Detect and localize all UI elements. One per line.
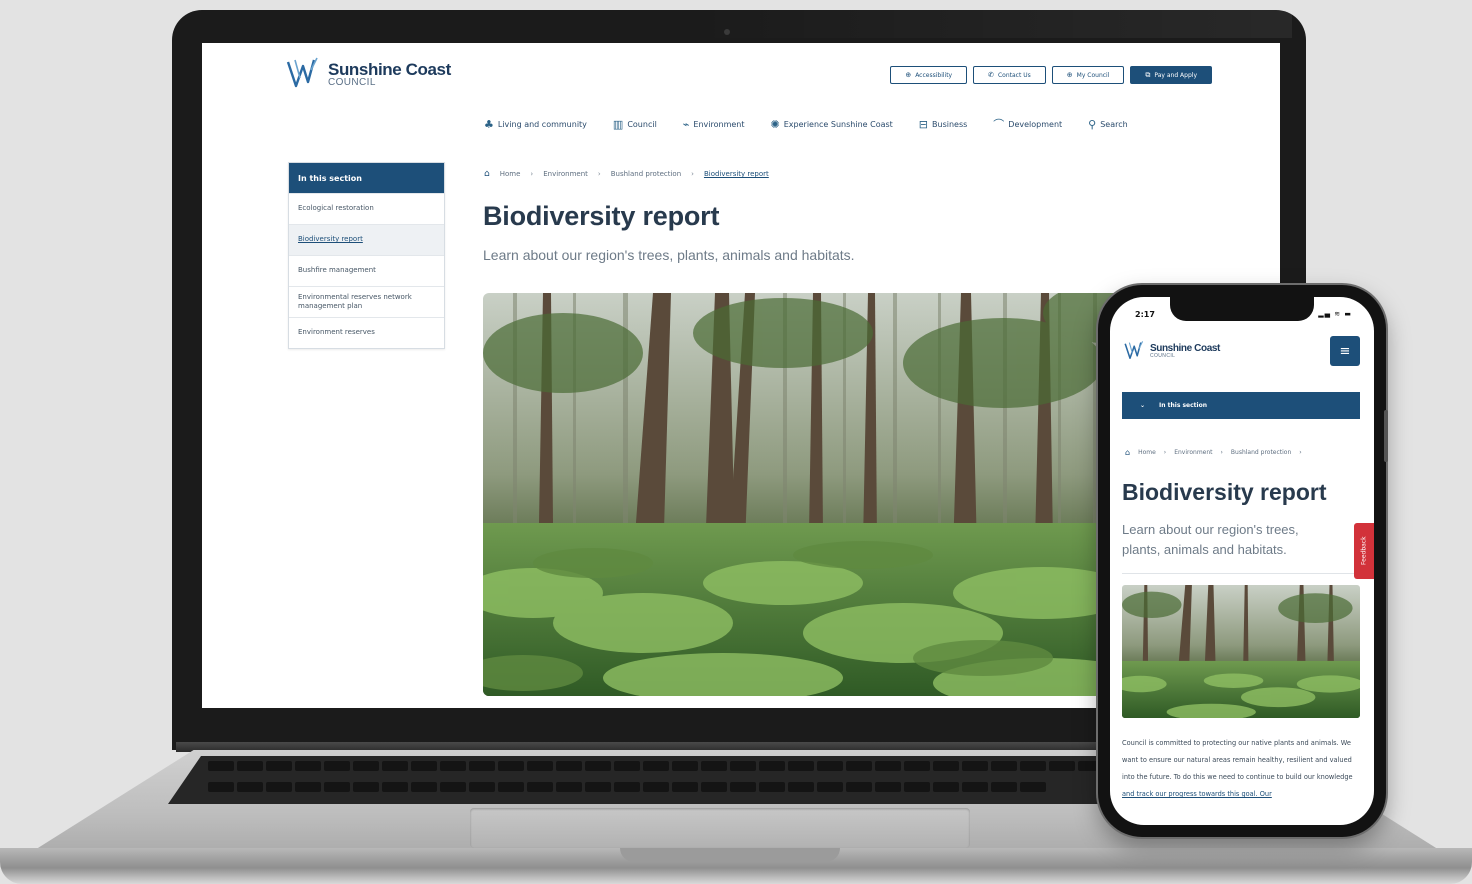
- logo-name: Sunshine Coast: [328, 59, 451, 79]
- nav-label: Living and community: [497, 119, 587, 129]
- camera-dot: [724, 29, 730, 35]
- chevron-down-icon: ⌄: [1140, 402, 1146, 409]
- contact-us-label: Contact Us: [997, 71, 1031, 79]
- breadcrumb-separator: ›: [1220, 449, 1223, 456]
- search-icon: ⚲: [1088, 117, 1097, 131]
- sidenav-item-reserves-network-plan[interactable]: Environmental reserves network managemen…: [289, 286, 444, 317]
- home-icon: ⌂: [1125, 448, 1131, 457]
- my-council-button[interactable]: ⊕ My Council: [1051, 66, 1125, 84]
- breadcrumb-separator: ›: [691, 170, 694, 178]
- logo-name: Sunshine Coast: [1150, 342, 1220, 354]
- phone-page-lead: Learn about our region's trees, plants, …: [1122, 522, 1299, 557]
- hero-forest-image: [483, 293, 1123, 696]
- body-paragraph: Council is committed to protecting our n…: [1122, 739, 1353, 781]
- section-sidenav: In this section Ecological restoration B…: [288, 162, 445, 349]
- section-toggle-label: In this section: [1159, 402, 1207, 409]
- breadcrumb-separator: ›: [530, 170, 534, 178]
- logo-sub: COUNCIL: [328, 76, 376, 88]
- sidenav-item-ecological-restoration[interactable]: Ecological restoration: [289, 193, 444, 224]
- nav-development[interactable]: ⌒ Development: [993, 116, 1062, 132]
- pay-and-apply-label: Pay and Apply: [1154, 71, 1197, 79]
- phone-hero-forest-image: [1122, 585, 1360, 718]
- status-icons: ▂▄ ≋ ▬: [1318, 310, 1352, 318]
- phone-screen: 2:17 ▂▄ ≋ ▬ Sunshine Coast COUNCIL ≡ ⌄ I…: [1110, 297, 1374, 825]
- phone-notch: [1170, 297, 1314, 321]
- utility-nav: ⊕ Accessibility ✆ Contact Us ⊕ My Counci…: [890, 66, 1212, 84]
- breadcrumb-home[interactable]: Home: [1138, 449, 1156, 456]
- sidenav-heading: In this section: [289, 163, 444, 193]
- phone-section-toggle[interactable]: ⌄ In this section: [1122, 392, 1360, 419]
- nav-environment[interactable]: ⌁ Environment: [683, 116, 745, 132]
- nav-label: Development: [1008, 119, 1063, 129]
- nav-label: Council: [627, 119, 657, 129]
- nav-council[interactable]: ▥ Council: [613, 116, 657, 132]
- breadcrumb: ⌂ Home › Environment › Bushland protecti…: [484, 169, 769, 179]
- sidenav-item-biodiversity-report[interactable]: Biodiversity report: [289, 224, 444, 255]
- feedback-tab[interactable]: Feedback: [1354, 523, 1374, 579]
- phone-page-title: Biodiversity report: [1122, 479, 1327, 505]
- phone-body-text: Council is committed to protecting our n…: [1122, 735, 1362, 803]
- breadcrumb-home[interactable]: Home: [500, 170, 521, 178]
- main-nav: ♣ Living and community ▥ Council ⌁ Envir…: [484, 116, 1128, 132]
- site-logo[interactable]: Sunshine Coast COUNCIL: [286, 56, 451, 92]
- community-icon: ♣: [484, 117, 494, 131]
- logo-mark-icon: [286, 57, 318, 88]
- breadcrumb-bushland-protection[interactable]: Bushland protection: [611, 170, 681, 178]
- status-time: 2:17: [1135, 310, 1155, 319]
- sun-icon: ✺: [770, 117, 780, 131]
- laptop-opening-notch: [620, 848, 840, 862]
- pay-icon: ⧉: [1145, 70, 1151, 79]
- breadcrumb-separator: ›: [1299, 449, 1302, 456]
- hardhat-icon: ⌒: [993, 118, 1005, 131]
- breadcrumb-current[interactable]: Biodiversity report: [704, 170, 769, 178]
- divider: [1122, 573, 1360, 574]
- breadcrumb-bushland-protection[interactable]: Bushland protection: [1231, 449, 1291, 456]
- page-lead: Learn about our region's trees, plants, …: [483, 247, 855, 263]
- breadcrumb-separator: ›: [1163, 449, 1167, 456]
- breadcrumb-separator: ›: [597, 170, 601, 178]
- building-icon: ▥: [612, 117, 624, 131]
- hamburger-menu-icon[interactable]: ≡: [1330, 336, 1360, 366]
- nav-business[interactable]: ⊟ Business: [919, 116, 968, 132]
- sidenav-item-environment-reserves[interactable]: Environment reserves: [289, 317, 444, 348]
- accessibility-icon: ⊕: [905, 71, 912, 79]
- leaf-icon: ⌁: [682, 117, 690, 131]
- logo-sub: COUNCIL: [1150, 352, 1176, 359]
- contact-us-button[interactable]: ✆ Contact Us: [973, 66, 1046, 84]
- phone-side-button: [1384, 410, 1388, 462]
- nav-label: Business: [932, 119, 968, 129]
- home-icon: ⌂: [484, 169, 490, 179]
- my-council-label: My Council: [1076, 71, 1110, 79]
- accessibility-label: Accessibility: [915, 71, 953, 79]
- sidenav-item-bushfire-management[interactable]: Bushfire management: [289, 255, 444, 286]
- briefcase-icon: ⊟: [918, 117, 929, 131]
- nav-label: Experience Sunshine Coast: [783, 119, 893, 129]
- page-title: Biodiversity report: [483, 201, 720, 231]
- nav-search[interactable]: ⚲ Search: [1088, 116, 1128, 132]
- nav-living-and-community[interactable]: ♣ Living and community: [484, 116, 587, 132]
- user-icon: ⊕: [1066, 71, 1073, 79]
- phone-site-logo[interactable]: Sunshine Coast COUNCIL: [1124, 340, 1220, 362]
- nav-label: Environment: [693, 119, 745, 129]
- pay-and-apply-button[interactable]: ⧉ Pay and Apply: [1130, 66, 1212, 84]
- phone-icon: ✆: [988, 71, 994, 79]
- nav-label: Search: [1100, 119, 1128, 129]
- laptop-trackpad: [470, 808, 970, 848]
- logo-mark-icon: [1124, 341, 1144, 359]
- breadcrumb-environment[interactable]: Environment: [543, 170, 588, 178]
- body-link-text[interactable]: and track our progress towards this goal…: [1122, 790, 1272, 798]
- nav-experience-sunshine-coast[interactable]: ✺ Experience Sunshine Coast: [771, 116, 893, 132]
- breadcrumb-environment[interactable]: Environment: [1174, 449, 1212, 456]
- phone-breadcrumb: ⌂ Home › Environment › Bushland protecti…: [1125, 448, 1302, 457]
- accessibility-button[interactable]: ⊕ Accessibility: [890, 66, 968, 84]
